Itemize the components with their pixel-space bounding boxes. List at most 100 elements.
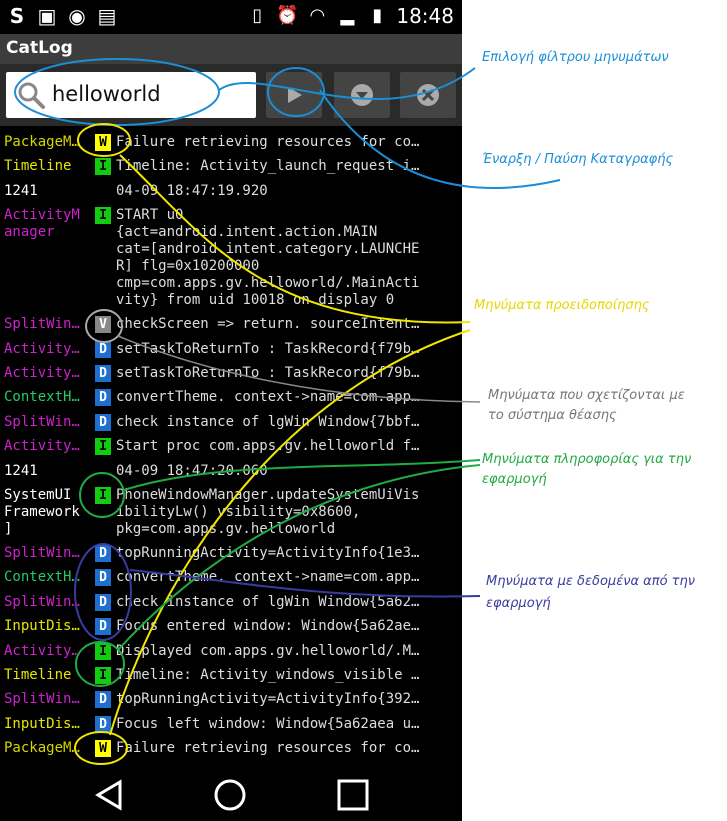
log-row[interactable]: Activity… I Displayed com.apps.gv.hellowor… bbox=[0, 642, 462, 660]
log-message: check instance of lgWin Window{5a62… bbox=[116, 593, 420, 610]
recents-icon[interactable] bbox=[336, 778, 370, 812]
expand-icon bbox=[351, 84, 373, 106]
annotation-record: Έναρξη / Παύση Καταγραφής bbox=[482, 152, 674, 167]
log-tag: SplitWin… bbox=[4, 593, 80, 610]
annotation-info-line2: εφαρμογή bbox=[482, 472, 547, 487]
annotation-system-line1: Μηνύματα που σχετίζονται με bbox=[488, 388, 685, 403]
log-row[interactable]: SplitWin… DtopRunningActivity=ActivityInf… bbox=[0, 691, 462, 709]
log-level-badge: W bbox=[95, 134, 111, 151]
log-row[interactable]: SplitWin… Dcheck instance of lgWin Window… bbox=[0, 413, 462, 431]
log-row[interactable]: InputDis… D Focus entered window: Window{5… bbox=[0, 618, 462, 636]
expand-button[interactable] bbox=[334, 72, 390, 118]
log-message: Displayed com.apps.gv.helloworld/.M… bbox=[116, 642, 420, 659]
status-bar: S ▣ ◉ ▤ ▯ ⏰ ◠ ▂ ▮ 18:48 bbox=[0, 0, 462, 34]
log-message: Focus left window: Window{5a62aea u… bbox=[116, 715, 420, 732]
app-bar: CatLog bbox=[0, 34, 462, 64]
app-title: CatLog bbox=[6, 38, 73, 58]
log-tag: Activity… bbox=[4, 340, 80, 357]
log-message: setTaskToReturnTo : TaskRecord{f79b… bbox=[116, 365, 420, 381]
log-message: setTaskToReturnTo : TaskRecord{f79b… bbox=[116, 340, 420, 357]
log-row[interactable]: PackageM… W Failure retrieving resources f… bbox=[0, 740, 462, 758]
log-row[interactable]: SystemUI Framework ] I PhoneWindowManager.… bbox=[0, 487, 462, 538]
log-row[interactable]: 1241 04-09 18:47:20.060 bbox=[0, 463, 462, 480]
log-tag: Timeline bbox=[4, 667, 72, 683]
annotation-system-line2: το σύστημα θέασης bbox=[488, 408, 617, 423]
log-tag: ContextH… bbox=[4, 569, 80, 586]
annotation-debug-line2: εφαρμογή bbox=[486, 596, 551, 611]
log-row[interactable]: Timeline I Timeline: Activity_windows_visi… bbox=[0, 667, 462, 684]
log-list[interactable]: PackageM… W Failure retrieving resources f… bbox=[0, 128, 462, 768]
annotation-filter: Επιλογή φίλτρου μηνυμάτων bbox=[482, 50, 669, 65]
log-level-badge: I bbox=[95, 667, 111, 684]
log-row[interactable]: SplitWin… Dcheck instance of lgWin Window… bbox=[0, 593, 462, 611]
vibrate-icon: ▯ bbox=[252, 5, 263, 26]
log-row[interactable]: Timeline I Timeline: Activity_launch_reque… bbox=[0, 158, 462, 176]
log-tag: InputDis… bbox=[4, 618, 80, 635]
log-message: Failure retrieving resources for co… bbox=[116, 740, 420, 757]
log-tag: SplitWin… bbox=[4, 316, 80, 333]
play-icon bbox=[288, 87, 302, 103]
log-message: START u0 bbox=[116, 207, 184, 224]
briefcase-icon: ▤ bbox=[97, 4, 117, 28]
log-message: 04-09 18:47:19.920 bbox=[116, 182, 268, 199]
log-level-badge: D bbox=[95, 545, 111, 562]
search-input[interactable] bbox=[52, 80, 247, 108]
log-row[interactable]: SplitWin… VcheckScreen => return. sourceI… bbox=[0, 316, 462, 334]
log-message: 04-09 18:47:20.060 bbox=[116, 462, 268, 479]
log-level-badge: W bbox=[95, 740, 111, 758]
phone-screen: S ▣ ◉ ▤ ▯ ⏰ ◠ ▂ ▮ 18:48 CatLog helloworl… bbox=[0, 0, 462, 821]
log-level-badge: D bbox=[95, 340, 111, 358]
annotation-warnings: Μηνύματα προειδοποίησης bbox=[474, 298, 650, 313]
log-message: Timeline: Activity_windows_visible … bbox=[116, 667, 420, 683]
log-tag: SplitWin… bbox=[4, 545, 80, 561]
log-row[interactable]: Activity… DsetTaskToReturnTo : TaskRecord… bbox=[0, 365, 462, 382]
log-row[interactable]: InputDis… D Focus left window: Window{5a62… bbox=[0, 715, 462, 733]
log-message: ibilityLw() vsibility=0x8600, bbox=[116, 504, 361, 520]
browser-icon: ◉ bbox=[68, 4, 86, 28]
log-level-badge: I bbox=[95, 642, 111, 660]
swiftkey-icon: S bbox=[9, 4, 25, 28]
log-tag: Activity… bbox=[4, 438, 80, 455]
log-message: cat=[android.intent.category.LAUNCHE bbox=[116, 241, 420, 258]
log-row[interactable]: ContextH… DconvertTheme. context->name=co… bbox=[0, 389, 462, 407]
search-box[interactable] bbox=[6, 72, 256, 118]
log-tag: SplitWin… bbox=[4, 691, 80, 708]
log-level-badge: D bbox=[95, 715, 111, 733]
log-message: topRunningActivity=ActivityInfo{1e3… bbox=[116, 545, 420, 561]
log-row[interactable]: ContextH… DconvertTheme. context->name=co… bbox=[0, 569, 462, 587]
log-level-badge: D bbox=[95, 593, 111, 611]
log-level-badge: I bbox=[95, 487, 111, 504]
play-button[interactable] bbox=[266, 72, 322, 118]
log-row[interactable]: PackageM… W Failure retrieving resources f… bbox=[0, 134, 462, 151]
log-level-badge: I bbox=[95, 207, 111, 225]
log-row[interactable]: ActivityM anager I START u0 {act=android.in… bbox=[0, 207, 462, 309]
home-icon[interactable] bbox=[213, 778, 247, 812]
clear-button[interactable] bbox=[400, 72, 456, 118]
log-tag: ContextH… bbox=[4, 389, 80, 406]
log-row[interactable]: Activity… DsetTaskToReturnTo : TaskRecord… bbox=[0, 340, 462, 358]
back-icon[interactable] bbox=[92, 778, 126, 812]
log-message: {act=android.intent.action.MAIN bbox=[116, 224, 378, 241]
log-message: R] flg=0x10200000 bbox=[116, 258, 260, 275]
log-message: PhoneWindowManager.updateSystemUiVis bbox=[116, 487, 420, 503]
signal-icon: ▂ bbox=[340, 5, 355, 26]
log-tag: InputDis… bbox=[4, 715, 80, 732]
log-row[interactable]: 1241 04-09 18:47:19.920 bbox=[0, 183, 462, 200]
log-tag: 1241 bbox=[4, 462, 38, 479]
log-tag: PackageM… bbox=[4, 740, 80, 757]
log-tag: Activity… bbox=[4, 642, 80, 659]
log-level-badge: D bbox=[95, 691, 111, 709]
log-row[interactable]: Activity… I Start proc com.apps.gv.hellowo… bbox=[0, 438, 462, 456]
battery-icon: ▮ bbox=[372, 5, 383, 26]
log-level-badge: D bbox=[95, 389, 111, 407]
log-message: topRunningActivity=ActivityInfo{392… bbox=[116, 691, 420, 708]
log-tag: SystemUI Framework ] bbox=[4, 487, 80, 537]
log-level-badge: I bbox=[95, 438, 111, 456]
log-message: check instance of lgWin Window{7bbf… bbox=[116, 413, 420, 430]
wifi-icon: ◠ bbox=[309, 5, 326, 26]
log-row[interactable]: SplitWin… DtopRunningActivity=ActivityInf… bbox=[0, 545, 462, 562]
log-message: vity} from uid 10018 on display 0 bbox=[116, 292, 395, 309]
search-icon bbox=[18, 82, 45, 109]
toolbar bbox=[0, 64, 462, 126]
annotation-debug-line1: Μηνύματα με δεδομένα από την bbox=[486, 574, 695, 589]
